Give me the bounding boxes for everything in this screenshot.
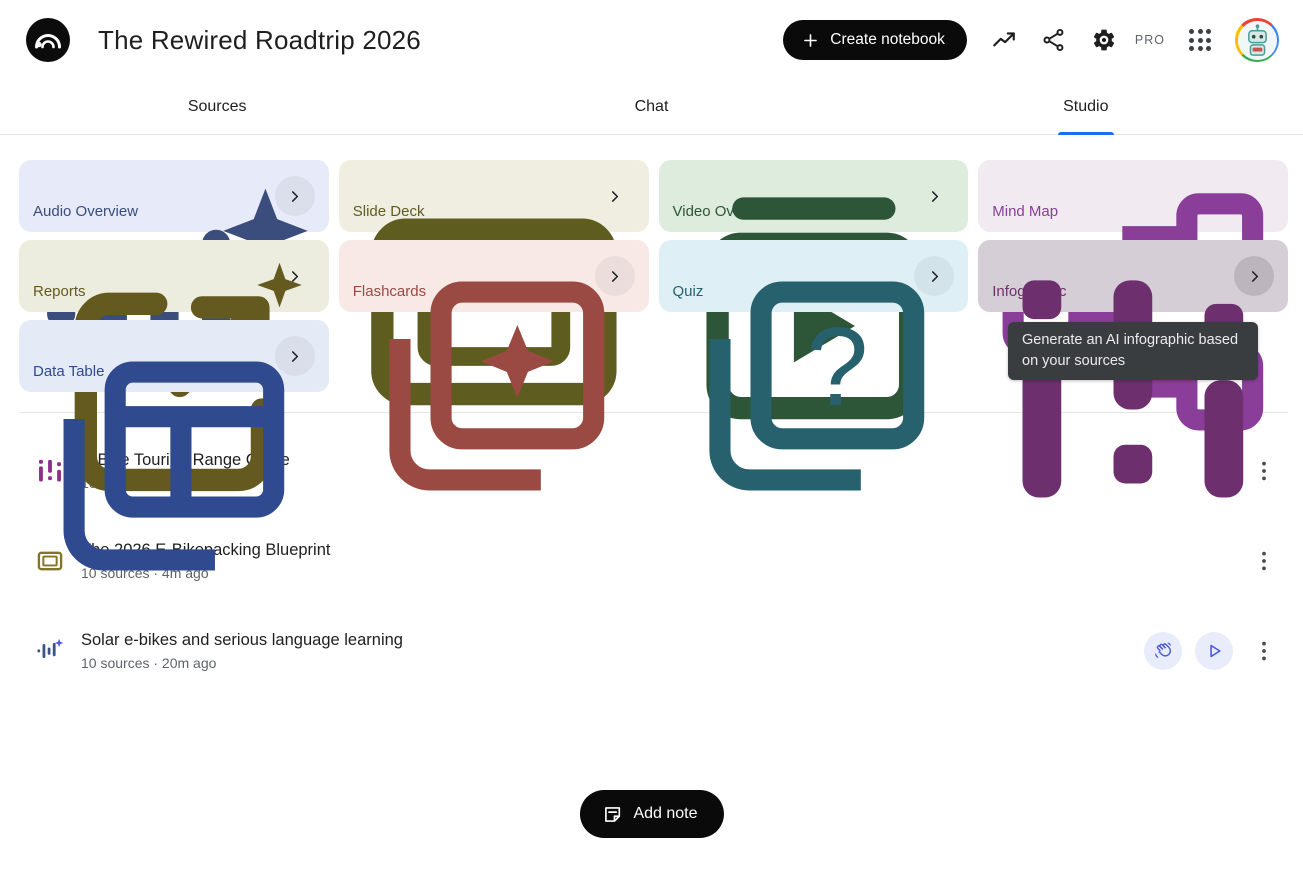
play-icon [1204, 641, 1224, 661]
create-notebook-label: Create notebook [830, 31, 945, 49]
apps-grid-icon[interactable] [1189, 29, 1211, 51]
add-note-label: Add note [633, 805, 697, 823]
card-label: Slide Deck [353, 203, 425, 220]
audio-waveform-icon [36, 637, 64, 665]
share-icon[interactable] [1041, 27, 1067, 53]
card-label: Infographic [992, 283, 1066, 300]
chevron-right-icon[interactable] [914, 256, 954, 296]
card-mind-map[interactable]: Mind Map [978, 160, 1288, 232]
app-header: The Rewired Roadtrip 2026 Create noteboo… [0, 0, 1303, 80]
card-label: Quiz [673, 283, 704, 300]
robot-avatar-image [1238, 21, 1277, 60]
play-button[interactable] [1195, 632, 1233, 670]
more-menu-icon[interactable] [1251, 548, 1277, 574]
tab-studio[interactable]: Studio [869, 80, 1303, 134]
card-reports[interactable]: Reports [19, 240, 329, 312]
chevron-right-icon[interactable] [275, 256, 315, 296]
tab-chat[interactable]: Chat [434, 80, 868, 134]
chevron-right-icon[interactable] [275, 336, 315, 376]
notebook-title[interactable]: The Rewired Roadtrip 2026 [98, 25, 421, 56]
card-label: Flashcards [353, 283, 426, 300]
panel-tabs: Sources Chat Studio [0, 80, 1303, 135]
chevron-right-icon[interactable] [914, 176, 954, 216]
artifact-meta: 10 sources · 20m ago [81, 655, 403, 671]
chevron-right-icon[interactable] [1234, 256, 1274, 296]
card-quiz[interactable]: ? Quiz [659, 240, 969, 312]
chevron-right-icon[interactable] [595, 256, 635, 296]
chevron-right-icon[interactable] [595, 176, 635, 216]
card-flashcards[interactable]: Flashcards [339, 240, 649, 312]
card-label: Data Table [33, 363, 104, 380]
card-infographic[interactable]: Infographic [978, 240, 1288, 312]
chevron-right-icon[interactable] [275, 176, 315, 216]
pro-badge: PRO [1135, 33, 1165, 47]
quiz-icon: ? [673, 251, 955, 533]
waving-hand-icon [1153, 641, 1173, 661]
card-audio-overview[interactable]: Audio Overview [19, 160, 329, 232]
card-data-table[interactable]: Data Table [19, 320, 329, 392]
plus-icon [801, 31, 820, 50]
interactive-mode-button[interactable] [1144, 632, 1182, 670]
tab-sources[interactable]: Sources [0, 80, 434, 134]
svg-text:?: ? [806, 304, 868, 429]
list-item[interactable]: Solar e-bikes and serious language learn… [36, 626, 1277, 676]
card-label: Audio Overview [33, 203, 138, 220]
settings-gear-icon[interactable] [1091, 27, 1117, 53]
note-icon [601, 804, 622, 825]
avatar[interactable] [1235, 18, 1279, 62]
infographic-tooltip: Generate an AI infographic based on your… [1008, 322, 1258, 380]
card-label: Reports [33, 283, 86, 300]
card-label: Mind Map [992, 203, 1058, 220]
create-notebook-button[interactable]: Create notebook [783, 20, 967, 60]
card-label: Video Overview [673, 203, 778, 220]
notebooklm-logo-icon[interactable] [26, 18, 70, 62]
trending-up-icon[interactable] [991, 27, 1017, 53]
more-menu-icon[interactable] [1251, 638, 1277, 664]
add-note-button[interactable]: Add note [579, 790, 723, 838]
artifact-title[interactable]: Solar e-bikes and serious language learn… [81, 631, 403, 650]
card-slide-deck[interactable]: Slide Deck [339, 160, 649, 232]
card-video-overview[interactable]: Video Overview [659, 160, 969, 232]
